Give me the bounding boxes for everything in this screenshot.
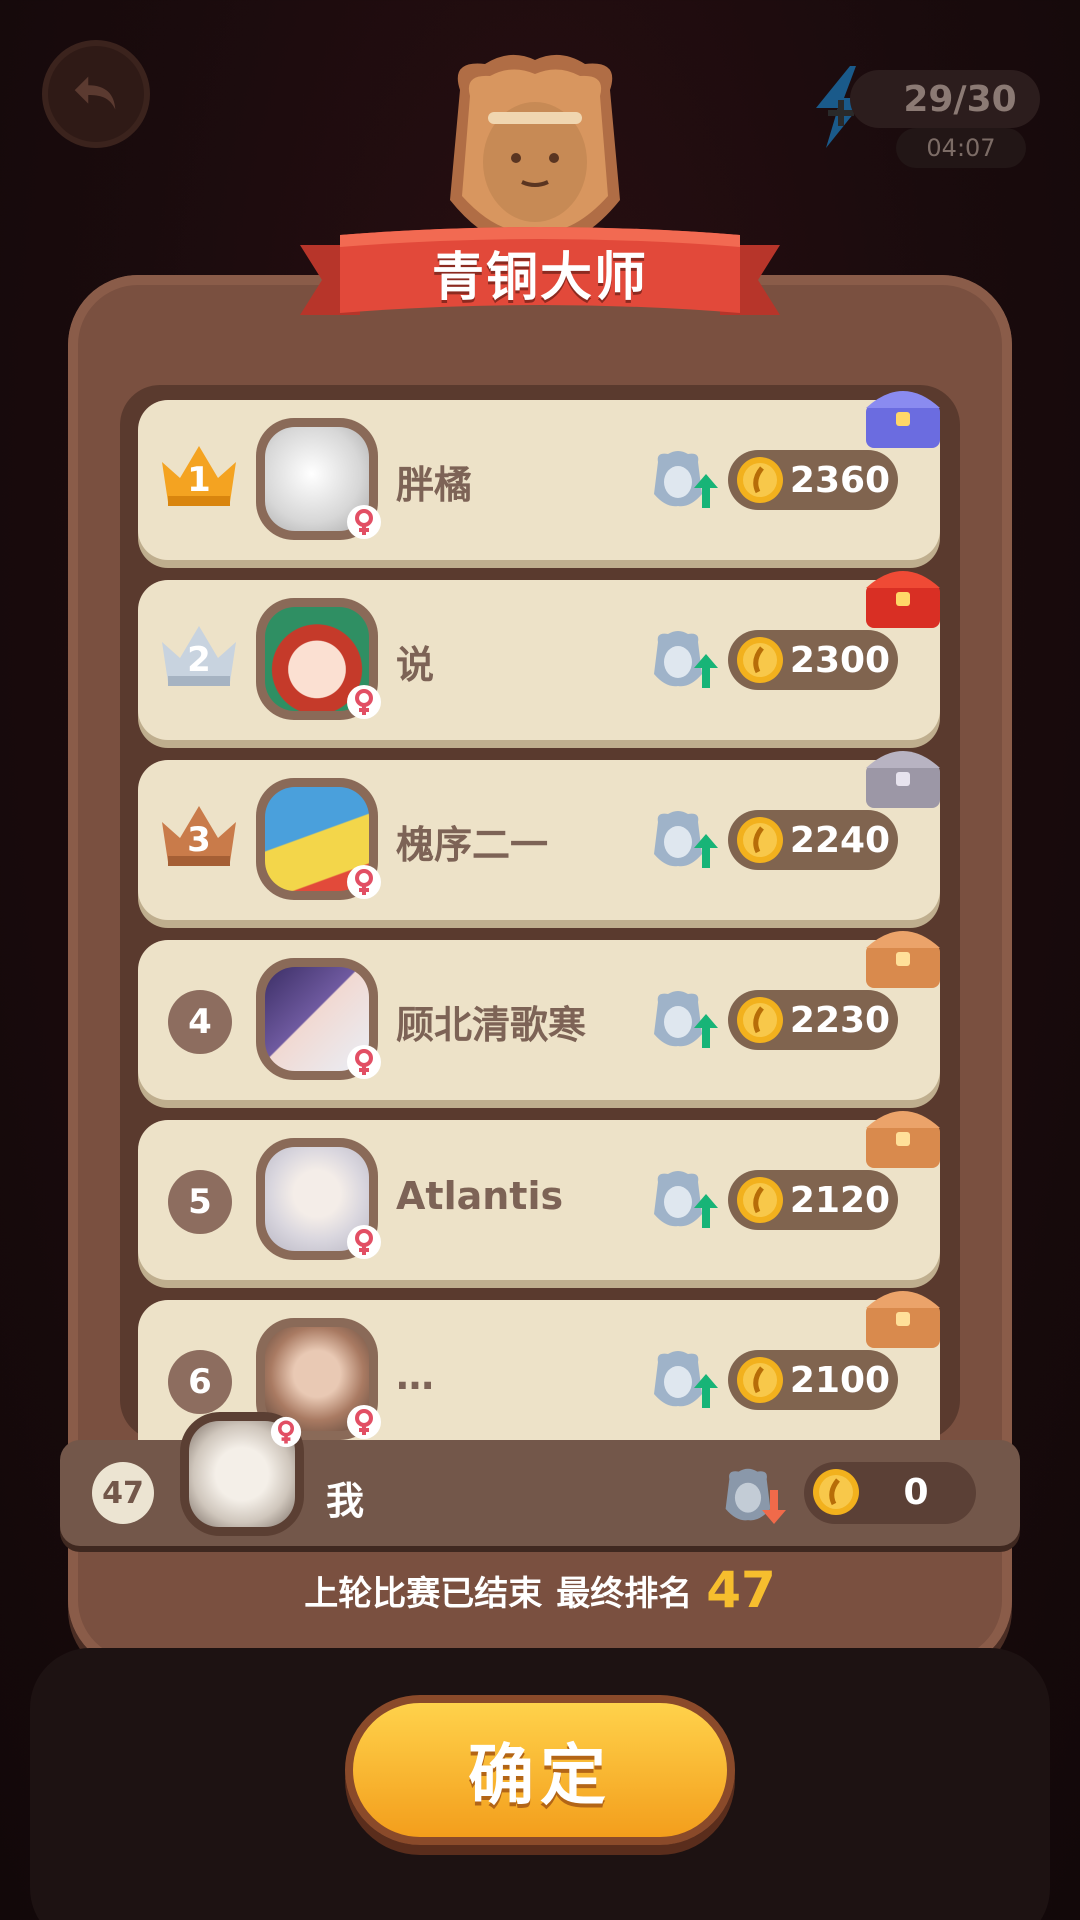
rank-up-icon [694,1194,718,1228]
female-icon [270,1416,302,1448]
wooden-chest-icon [866,1291,940,1348]
leaderboard-row[interactable]: 2 说 2300 [138,571,940,740]
coin-icon [737,457,783,503]
bronze-league-badge-icon [450,54,620,247]
rank-up-icon [694,1374,718,1408]
league-title: 青铜大师 [431,247,648,308]
energy-timer: 04:07 [896,128,1026,168]
back-arrow-icon [74,76,116,110]
rank-number: 2 [187,640,211,680]
leaderboard-row[interactable]: 1 胖橘 2360 [138,391,940,560]
my-score-pill: 0 [804,1462,976,1524]
my-rank-row[interactable]: 47 我 0 [60,1412,1020,1546]
coin-icon [737,1177,783,1223]
score-pill: 2100 [728,1350,898,1410]
red-chest-icon [866,571,940,628]
coin-icon [813,1469,859,1515]
score: 2100 [789,1359,891,1401]
rank-up-icon [694,654,718,688]
player-name: 说 [396,643,435,687]
my-score: 0 [903,1471,929,1513]
purple-chest-icon [866,391,940,448]
rank-up-icon [694,1014,718,1048]
rank-number: 4 [168,990,232,1054]
leaderboard-row[interactable]: 4 顾北清歌寒 2230 [138,931,940,1100]
score-pill: 2120 [728,1170,898,1230]
confirm-button[interactable]: 确定 [345,1695,735,1845]
wooden-chest-icon [866,1111,940,1168]
score-pill: 2300 [728,630,898,690]
rank-up-icon [694,834,718,868]
player-name: 胖橘 [396,463,473,507]
back-button[interactable] [42,40,150,148]
energy-meter[interactable]: 29/30 04:07 [800,62,1040,172]
coin-icon [737,1357,783,1403]
player-name: Atlantis [396,1174,564,1218]
energy-count: 29/30 [850,70,1040,128]
female-icon [347,1405,381,1439]
leaderboard-row[interactable]: 5 Atlantis 2120 [138,1111,940,1280]
female-icon [347,505,381,539]
female-icon [347,1225,381,1259]
coin-icon [737,637,783,683]
gray-chest-icon [866,751,940,808]
rank-number: 5 [168,1170,232,1234]
score: 2360 [789,459,891,501]
my-name: 我 [326,1479,365,1523]
rank-number: 3 [187,820,211,860]
score-pill: 2230 [728,990,898,1050]
player-name: 槐序二一 [396,823,549,867]
score: 2240 [789,819,891,861]
final-rank-text: 上轮比赛已结束 最终排名 47 [68,1560,1012,1620]
rank-number: 6 [168,1350,232,1414]
female-icon [347,865,381,899]
score-pill: 2360 [728,450,898,510]
player-name: 顾北清歌寒 [396,1003,587,1047]
round-ended-text: 上轮比赛已结束 [304,1573,543,1614]
wooden-chest-icon [866,931,940,988]
coin-icon [737,997,783,1043]
female-icon [347,685,381,719]
coin-icon [737,817,783,863]
score: 2230 [789,999,891,1041]
player-name: … [396,1354,434,1398]
score: 2300 [789,639,891,681]
score: 2120 [789,1179,891,1221]
rank-number: 1 [187,460,211,500]
my-rank-number: 47 [92,1462,154,1524]
leaderboard-row[interactable]: 3 槐序二一 2240 [138,751,940,920]
final-rank-value: 47 [706,1561,776,1619]
score-pill: 2240 [728,810,898,870]
rank-down-icon [762,1490,786,1524]
rank-up-icon [694,474,718,508]
final-rank-label: 最终排名 [556,1573,693,1614]
female-icon [347,1045,381,1079]
